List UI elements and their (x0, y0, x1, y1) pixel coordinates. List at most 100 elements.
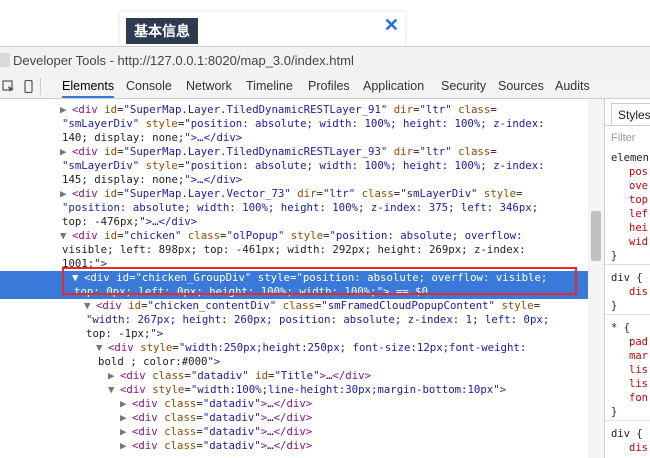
device-icon[interactable] (22, 80, 35, 93)
style-property[interactable]: dis (629, 441, 648, 455)
expand-triangle-icon[interactable]: ▶ (120, 397, 132, 411)
collapse-triangle-icon[interactable]: ▼ (72, 271, 84, 285)
dom-tree-line[interactable]: ▼ <div id="chicken_contentDiv" class="smF… (0, 299, 604, 313)
collapse-triangle-icon[interactable]: ▼ (84, 299, 96, 313)
collapse-triangle-icon[interactable]: ▼ (108, 383, 120, 397)
dom-tree-line-text: <div style="width:100%;line-height:30px;… (120, 383, 507, 396)
page-top-area: 基本信息 ✕ (0, 0, 650, 46)
dom-tree-line-text: <div id="chicken_contentDiv" class="smFr… (96, 299, 541, 312)
style-rule-selector[interactable]: } (611, 299, 617, 313)
style-property[interactable]: pad (629, 335, 648, 349)
expand-triangle-icon[interactable]: ▶ (120, 439, 132, 453)
dom-tree-line[interactable]: "position: absolute; width: 100%; height… (0, 201, 604, 215)
inspect-icon[interactable] (2, 80, 15, 93)
dom-tree-line[interactable]: visible; left: 898px; top: -461px; width… (0, 243, 604, 257)
dom-tree-line[interactable]: ▶ <div class="datadiv">…</div> (0, 439, 604, 453)
style-property[interactable]: lis (629, 363, 648, 377)
tab-network[interactable]: Network (186, 75, 232, 98)
collapse-triangle-icon[interactable]: ▼ (96, 341, 108, 355)
dom-tree-line-text: <div class="datadiv">…</div> (132, 411, 313, 424)
expand-triangle-icon[interactable]: ▶ (60, 145, 72, 159)
tab-elements[interactable]: Elements (62, 75, 115, 98)
dom-tree-line-text: <div class="datadiv" id="Title">…</div> (120, 369, 372, 382)
dom-tree-line[interactable]: bold ; color:#000"> (0, 355, 604, 369)
style-property[interactable]: hei (629, 221, 648, 235)
style-property[interactable]: top (629, 193, 648, 207)
dom-tree-line-text: top: 0px; left: 0px; height: 100%; width… (74, 285, 429, 298)
style-property[interactable]: dis (629, 285, 648, 299)
dom-tree-line-text: <div id="SuperMap.Layer.TiledDynamicREST… (72, 145, 497, 158)
style-rule-selector[interactable]: div { (611, 427, 643, 441)
style-property[interactable]: fon (629, 391, 648, 405)
dom-tree-line[interactable]: 145; display: none;">…</div> (0, 173, 604, 187)
dom-tree-line[interactable]: ▶ <div class="datadiv">…</div> (0, 411, 604, 425)
dom-tree-line-text: 1001;"> (62, 257, 108, 270)
style-property[interactable]: ove (629, 179, 648, 193)
dom-tree-line-text: top: -1px;"> (86, 327, 164, 340)
tab-sources[interactable]: Sources (498, 75, 544, 98)
tab-console[interactable]: Console (126, 75, 172, 98)
dom-tree-line-text: <div id="chicken" class="olPopup" style=… (72, 229, 523, 242)
style-property[interactable]: mar (629, 349, 648, 363)
tab-styles[interactable]: Styles (611, 103, 650, 126)
dom-tree-line-text: visible; left: 898px; top: -461px; width… (62, 243, 526, 256)
tab-application[interactable]: Application (363, 75, 424, 98)
dom-tree-line-text: <div style="width:250px;height:250px; fo… (108, 341, 527, 354)
scroll-thumb[interactable] (591, 211, 601, 261)
collapse-triangle-icon[interactable]: ▼ (60, 229, 72, 243)
dom-tree-line[interactable]: ▼ <div style="width:250px;height:250px; f… (0, 341, 604, 355)
expand-triangle-icon[interactable]: ▶ (120, 425, 132, 439)
dom-tree-line[interactable]: top: -476px;">…</div> (0, 215, 604, 229)
styles-filter-input[interactable]: Filter (611, 132, 635, 144)
tab-profiles[interactable]: Profiles (308, 75, 350, 98)
dom-tree-line[interactable]: ▼ <div style="width:100%;line-height:30px… (0, 383, 604, 397)
dom-tree-line[interactable]: ▶ <div class="datadiv">…</div> (0, 425, 604, 439)
style-rule-selector[interactable]: div { (611, 271, 643, 285)
styles-divider (605, 125, 650, 126)
dom-tree-line[interactable]: 140; display: none;">…</div> (0, 131, 604, 145)
dom-tree-line[interactable]: "width: 267px; height: 260px; position: … (0, 313, 604, 327)
tab-timeline[interactable]: Timeline (246, 75, 293, 98)
style-property[interactable]: lef (629, 207, 648, 221)
dom-tree-line[interactable]: ▶ <div class="datadiv" id="Title">…</div> (0, 369, 604, 383)
dom-tree-line[interactable]: ▼ <div id="chicken_GroupDiv" style="posit… (0, 271, 604, 285)
style-rule-selector[interactable]: * { (611, 321, 630, 335)
tab-audits[interactable]: Audits (555, 75, 590, 98)
style-rule-selector[interactable]: elemen (611, 151, 649, 165)
elements-scrollbar[interactable] (588, 99, 604, 458)
dom-tree-line[interactable]: top: -1px;"> (0, 327, 604, 341)
window-title: Developer Tools - http://127.0.0.1:8020/… (13, 53, 354, 68)
dom-tree-line[interactable]: "smLayerDiv" style="position: absolute; … (0, 159, 604, 173)
dom-tree-line[interactable]: ▶ <div id="SuperMap.Layer.Vector_73" dir=… (0, 187, 604, 201)
app-icon (0, 53, 10, 67)
dom-tree-line-text: "smLayerDiv" style="position: absolute; … (62, 159, 545, 172)
dom-tree-line[interactable]: ▶ <div id="SuperMap.Layer.TiledDynamicRES… (0, 103, 604, 117)
style-rule-selector[interactable]: } (611, 249, 617, 263)
tab-security[interactable]: Security (441, 75, 486, 98)
dom-tree-line[interactable]: ▼ <div id="chicken" class="olPopup" style… (0, 229, 604, 243)
elements-panel[interactable]: ▶ <div id="SuperMap.Layer.TiledDynamicRES… (0, 99, 604, 458)
devtools-toolbar: Elements Console Network Timeline Profiles Ap… (0, 75, 650, 99)
expand-triangle-icon[interactable]: ▶ (60, 103, 72, 117)
dom-tree-line[interactable]: "smLayerDiv" style="position: absolute; … (0, 117, 604, 131)
expand-triangle-icon[interactable]: ▶ (108, 369, 120, 383)
expand-triangle-icon[interactable]: ▶ (60, 187, 72, 201)
styles-pane: Styles Filter elemen pos ove top lef hei wid} d… (604, 99, 650, 458)
close-icon[interactable]: ✕ (384, 14, 399, 36)
dom-tree-line-text: 140; display: none;">…</div> (62, 131, 243, 144)
style-rule-selector[interactable]: } (611, 405, 617, 419)
toolbar-separator (40, 78, 41, 95)
dom-tree-line[interactable]: top: 0px; left: 0px; height: 100%; width… (0, 285, 604, 299)
dom-tree-line[interactable]: 1001;"> (0, 257, 604, 271)
style-property[interactable]: pos (629, 165, 648, 179)
dom-tree-line-text: <div id="chicken_GroupDiv" style="positi… (84, 271, 548, 284)
expand-triangle-icon[interactable]: ▶ (120, 411, 132, 425)
style-rule-divider (605, 420, 650, 421)
dom-tree-line[interactable]: ▶ <div class="datadiv">…</div> (0, 397, 604, 411)
style-property[interactable]: lis (629, 377, 648, 391)
style-property[interactable]: wid (629, 235, 648, 249)
dom-tree-line[interactable]: ▶ <div id="SuperMap.Layer.TiledDynamicRES… (0, 145, 604, 159)
dom-tree-line-text: 145; display: none;">…</div> (62, 173, 243, 186)
window-title-bar: Developer Tools - http://127.0.0.1:8020/… (0, 46, 650, 76)
info-popup: 基本信息 ✕ (120, 12, 405, 46)
